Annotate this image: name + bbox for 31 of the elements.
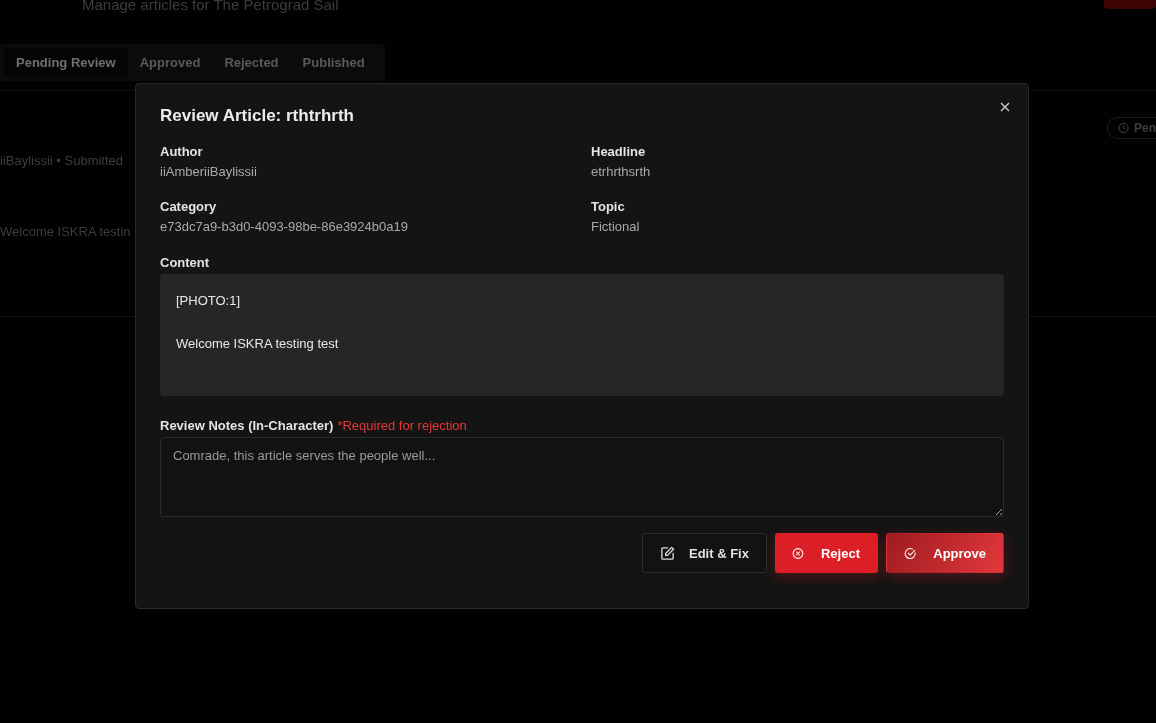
approve-button[interactable]: Approve bbox=[886, 533, 1004, 573]
edit-button[interactable]: Edit & Fix bbox=[642, 533, 767, 573]
content-paragraph: [PHOTO:1] bbox=[176, 293, 242, 308]
content-paragraph: Welcome ISKRA testing test bbox=[176, 336, 340, 351]
x-circle-icon bbox=[792, 545, 804, 561]
notes-label: Review Notes (In-Character) bbox=[160, 418, 334, 433]
field-label: Headline bbox=[591, 144, 647, 159]
tab[interactable]: Pending Review bbox=[4, 48, 128, 77]
reject-button[interactable]: Reject bbox=[775, 533, 878, 573]
field-label: Category bbox=[160, 199, 218, 214]
article-meta: iiBaylissii • Submitted bbox=[0, 153, 125, 168]
required-note: *Required for rejection bbox=[337, 418, 467, 433]
check-circle-icon bbox=[904, 545, 917, 561]
field-label: Author bbox=[160, 144, 204, 159]
close-icon[interactable] bbox=[998, 100, 1012, 114]
tab[interactable]: Published bbox=[290, 48, 377, 77]
dialog-title: Review Article: rthtrhrth bbox=[160, 106, 355, 126]
status-label: Pen bbox=[1134, 121, 1156, 135]
field-value: iiAmberiiBaylissii bbox=[160, 164, 258, 179]
field-value: etrhrthsrth bbox=[591, 164, 652, 179]
content-label: Content bbox=[160, 255, 211, 270]
notes-field[interactable]: Comrade, this article serves the people well... bbox=[160, 437, 1004, 517]
field-label: Topic bbox=[591, 199, 626, 214]
tab[interactable]: Rejected bbox=[212, 48, 291, 77]
article-excerpt: Welcome ISKRA testin bbox=[0, 224, 131, 239]
field-value: e73dc7a9-b3d0-4093-98be-86e3924b0a19 bbox=[160, 219, 409, 234]
page-subtitle: Manage articles for The Petrograd Sail bbox=[82, 0, 339, 15]
clock-icon bbox=[1118, 122, 1129, 134]
field-value: Fictional bbox=[591, 219, 641, 234]
edit-icon bbox=[660, 545, 675, 561]
tab[interactable]: Approved bbox=[127, 48, 213, 77]
